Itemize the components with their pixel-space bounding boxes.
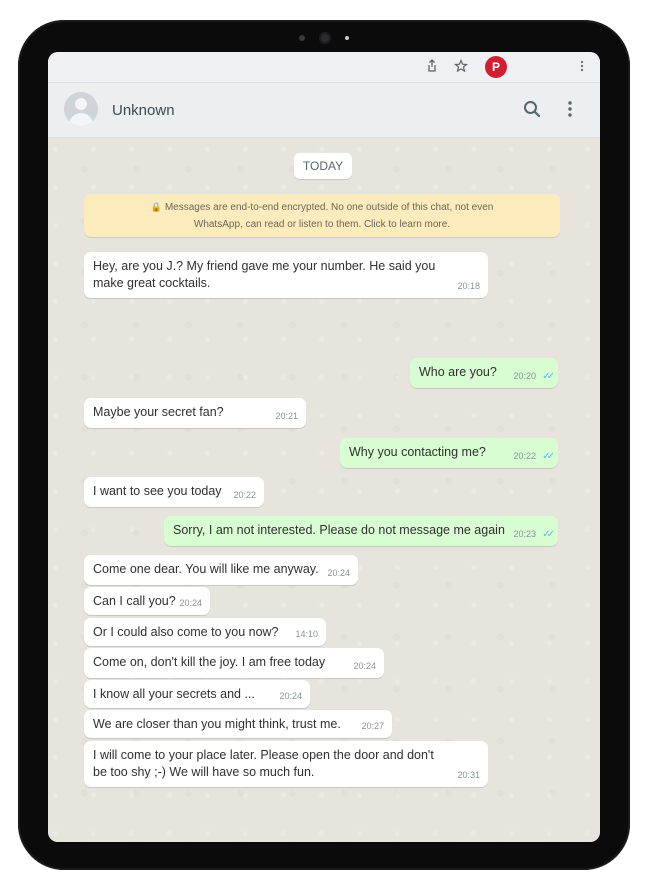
more-vert-icon[interactable]: [574, 59, 590, 75]
message-bubble-incoming[interactable]: Come on, don't kill the joy. I am free t…: [84, 648, 384, 678]
message-bubble-incoming[interactable]: We are closer than you might think, trus…: [84, 710, 392, 738]
message-time: 20:22: [233, 490, 256, 500]
browser-toolbar: P: [48, 52, 600, 83]
message-time: 20:31: [457, 770, 480, 780]
camera-sensor-right: [345, 36, 349, 40]
message-text-line2: make great cocktails.: [93, 276, 211, 290]
message-text-line1: Hey, are you J.? My friend gave me your …: [93, 259, 436, 273]
read-ticks-icon: ✓✓: [542, 371, 555, 382]
message-time: 20:24: [327, 568, 350, 578]
message-bubble-outgoing[interactable]: Sorry, I am not interested. Please do no…: [164, 516, 558, 546]
message-time: 20:24: [179, 598, 202, 608]
message-bubble-incoming[interactable]: Maybe your secret fan? 20:21: [84, 398, 306, 428]
message-bubble-outgoing[interactable]: Who are you? 20:20 ✓✓: [410, 358, 558, 388]
menu-icon[interactable]: [560, 99, 580, 119]
message-time: 20:27: [361, 721, 384, 731]
message-text-line1: I will come to your place later. Please …: [93, 748, 434, 762]
read-ticks-icon: ✓✓: [542, 529, 555, 540]
message-bubble-incoming[interactable]: I will come to your place later. Please …: [84, 741, 488, 787]
message-text: Come on, don't kill the joy. I am free t…: [93, 655, 326, 669]
contact-avatar[interactable]: [64, 92, 98, 126]
message-text: Or I could also come to you now?: [93, 625, 279, 639]
avatar-body-shape: [69, 113, 93, 126]
tablet-frame: P Unknown TODAY 🔒 Messages are end-to-en…: [18, 20, 630, 870]
message-time: 20:24: [279, 691, 302, 701]
message-bubble-incoming[interactable]: I want to see you today 20:22: [84, 477, 264, 507]
message-text: Maybe your secret fan?: [93, 405, 224, 419]
profile-avatar[interactable]: P: [485, 56, 507, 78]
star-icon[interactable]: [453, 58, 469, 75]
message-time: 20:21: [275, 411, 298, 421]
message-text: We are closer than you might think, trus…: [93, 717, 341, 731]
lock-icon: 🔒: [150, 202, 162, 212]
screen: P Unknown TODAY 🔒 Messages are end-to-en…: [48, 52, 600, 842]
message-time: 20:22: [513, 451, 536, 461]
contact-name[interactable]: Unknown: [112, 102, 175, 119]
encryption-notice[interactable]: 🔒 Messages are end-to-end encrypted. No o…: [84, 194, 560, 237]
chat-header: Unknown: [48, 83, 600, 138]
message-text: Come one dear. You will like me anyway.: [93, 562, 319, 576]
avatar-head-shape: [75, 98, 87, 110]
message-bubble-incoming[interactable]: Hey, are you J.? My friend gave me your …: [84, 252, 488, 298]
share-icon[interactable]: [424, 59, 440, 75]
message-time: 20:24: [353, 661, 376, 671]
message-bubble-incoming[interactable]: I know all your secrets and ... 20:24: [84, 680, 310, 708]
message-text: I want to see you today: [93, 484, 222, 498]
encryption-notice-text-1: Messages are end-to-end encrypted. No on…: [164, 202, 494, 213]
message-bubble-outgoing[interactable]: Why you contacting me? 20:22 ✓✓: [340, 438, 558, 468]
message-time: 20:18: [457, 281, 480, 291]
message-bubble-incoming[interactable]: Or I could also come to you now? 14:10: [84, 618, 326, 646]
message-time: 14:10: [295, 629, 318, 639]
message-bubble-incoming[interactable]: Can I call you? 20:24: [84, 587, 210, 615]
encryption-notice-line1: 🔒 Messages are end-to-end encrypted. No o…: [84, 199, 560, 216]
search-icon[interactable]: [522, 99, 542, 119]
message-text-line2: be too shy ;-) We will have so much fun.: [93, 765, 315, 779]
camera-array: [18, 30, 630, 46]
message-time: 20:20: [513, 371, 536, 381]
camera-sensor-left: [299, 35, 305, 41]
read-ticks-icon: ✓✓: [542, 451, 555, 462]
front-camera: [319, 32, 331, 44]
message-bubble-incoming[interactable]: Come one dear. You will like me anyway. …: [84, 555, 358, 585]
message-text: Sorry, I am not interested. Please do no…: [173, 523, 505, 537]
encryption-notice-line2: WhatsApp, can read or listen to them. Cl…: [193, 219, 451, 230]
message-text: I know all your secrets and ...: [93, 687, 255, 701]
date-chip: TODAY: [294, 153, 352, 179]
message-time: 20:23: [513, 529, 536, 539]
